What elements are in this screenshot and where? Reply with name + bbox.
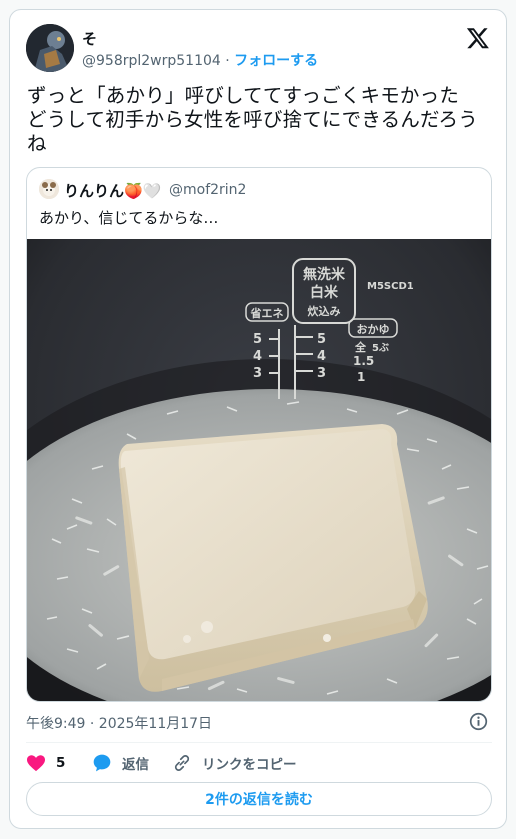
quoted-display-name: りんりん xyxy=(64,182,125,200)
svg-text:4: 4 xyxy=(317,349,326,364)
reply-button[interactable]: 返信 xyxy=(92,752,149,774)
svg-text:3: 3 xyxy=(317,366,326,381)
divider xyxy=(26,742,492,743)
heart-icon xyxy=(27,755,45,772)
link-icon xyxy=(174,755,190,771)
author-handle-row: @958rpl2wrp51104 · フォローする xyxy=(82,50,318,70)
like-count: 5 xyxy=(56,755,66,771)
quoted-photo[interactable]: 無洗米 白米 炊込み M5SCD1 省エネ おかゆ 全 5ぶ 5 4 3 5 4… xyxy=(27,239,492,702)
tweet-text: ずっと「あかり」呼びしててすっごくキモかった どうして初手から女性を呼び捨てにで… xyxy=(27,84,478,155)
svg-text:5: 5 xyxy=(317,332,326,347)
author-avatar[interactable] xyxy=(26,24,74,72)
reply-label: 返信 xyxy=(122,757,149,773)
copy-link-button[interactable]: リンクをコピー xyxy=(172,752,297,774)
x-logo-icon[interactable] xyxy=(466,26,490,50)
cooker-label-suikomi: 炊込み xyxy=(308,304,341,318)
cooker-label-okayu: おかゆ xyxy=(357,323,390,336)
svg-text:5: 5 xyxy=(253,332,262,347)
svg-text:3: 3 xyxy=(253,366,262,381)
svg-text:1.5: 1.5 xyxy=(353,354,374,368)
cooker-label-gobu: 5ぶ xyxy=(372,342,389,354)
cooker-label-musenmai: 無洗米 xyxy=(303,266,346,283)
quoted-author-name: りんりん🍑🤍 xyxy=(64,180,161,201)
info-icon[interactable] xyxy=(469,712,488,731)
cooker-label-hakumai: 白米 xyxy=(310,284,339,301)
like-button[interactable]: 5 xyxy=(26,752,65,774)
cooker-label-model: M5SCD1 xyxy=(367,281,414,292)
copy-link-label: リンクをコピー xyxy=(202,757,297,773)
svg-text:1: 1 xyxy=(357,370,365,384)
author-display-name[interactable]: そ xyxy=(82,28,97,49)
author-handle[interactable]: @958rpl2wrp51104 xyxy=(82,53,221,69)
svg-text:4: 4 xyxy=(253,349,262,364)
read-replies-button[interactable]: 2件の返信を読む xyxy=(26,782,492,816)
tweet-timestamp[interactable]: 午後9:49 · 2025年11月17日 xyxy=(26,713,212,733)
tweet-card: そ @958rpl2wrp51104 · フォローする ずっと「あかり」呼びして… xyxy=(9,9,507,829)
follow-button[interactable]: フォローする xyxy=(234,53,318,69)
handle-separator: · xyxy=(220,53,235,69)
reply-bubble-icon xyxy=(93,754,111,772)
quoted-tweet[interactable]: りんりん🍑🤍 @mof2rin2 あかり、信じてるからな… 無洗米 白米 炊込み… xyxy=(26,167,492,702)
quoted-name-emoji: 🍑🤍 xyxy=(124,182,162,200)
cooker-label-shoene: 省エネ xyxy=(250,306,284,320)
quoted-author-handle: @mof2rin2 xyxy=(169,182,247,198)
quoted-author-avatar xyxy=(39,179,59,199)
quoted-tweet-text: あかり、信じてるからな… xyxy=(39,209,219,227)
cooker-label-zen: 全 xyxy=(354,340,367,354)
